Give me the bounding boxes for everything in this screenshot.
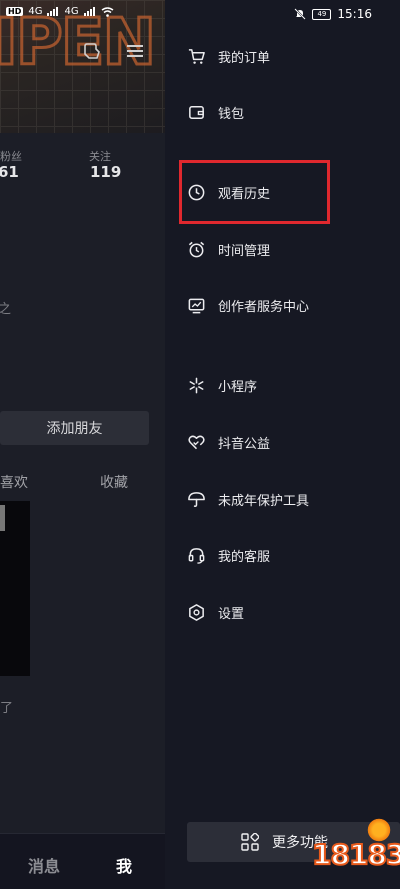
menu-item-orders[interactable]: 我的订单 xyxy=(187,42,270,70)
chart-icon xyxy=(188,298,205,313)
profile-cover-image: IPEN xyxy=(0,0,165,133)
status-bar-left: HD 4G 4G xyxy=(6,6,114,17)
signal-bars-icon xyxy=(83,7,95,16)
menu-item-label: 未成年保护工具 xyxy=(218,493,310,509)
alarm-icon xyxy=(188,241,205,257)
menu-item-label: 我的订单 xyxy=(218,50,271,66)
hd-badge-icon: HD xyxy=(6,7,24,16)
battery-icon: 49 xyxy=(312,8,332,20)
menu-item-wallet[interactable]: 钱包 xyxy=(187,98,244,126)
wifi-icon xyxy=(101,6,114,17)
signal-4g-icon: 4G xyxy=(28,6,43,17)
menu-item-label: 我的客服 xyxy=(218,549,271,565)
menu-item-mini-programs[interactable]: 小程序 xyxy=(187,371,257,399)
video-thumbnail[interactable] xyxy=(0,501,30,676)
profile-page-dimmed: IPEN HD 4G 4G 粉丝 61 关注 119 之 添加朋友 喜欢 收藏 … xyxy=(0,0,165,889)
menu-item-minor-protection[interactable]: 未成年保护工具 xyxy=(187,485,309,513)
umbrella-icon xyxy=(188,491,205,507)
menu-hamburger-icon[interactable] xyxy=(124,40,146,62)
bottom-navigation: 消息 我 xyxy=(0,833,165,889)
signal-bars-icon xyxy=(47,7,59,16)
tab-likes[interactable]: 喜欢 xyxy=(0,472,28,492)
menu-item-customer-service[interactable]: 我的客服 xyxy=(187,541,270,569)
tab-favorites[interactable]: 收藏 xyxy=(100,472,128,492)
footer-text-truncated: 了 xyxy=(0,701,14,716)
hand-pointer-icon[interactable] xyxy=(80,40,102,62)
site-watermark-logo: 18183 xyxy=(311,817,400,872)
menu-item-label: 时间管理 xyxy=(218,243,271,259)
hexagon-gear-icon xyxy=(189,603,204,621)
fans-count: 61 xyxy=(0,163,19,181)
annotation-highlight-box xyxy=(179,160,330,224)
cart-icon xyxy=(188,48,205,64)
menu-item-label: 钱包 xyxy=(218,106,245,122)
menu-item-label: 抖音公益 xyxy=(218,436,271,452)
following-label: 关注 xyxy=(89,150,111,163)
fans-label: 粉丝 xyxy=(0,150,22,163)
menu-item-public-welfare[interactable]: 抖音公益 xyxy=(187,428,270,456)
add-friend-button[interactable]: 添加朋友 xyxy=(0,411,149,445)
following-count: 119 xyxy=(90,163,122,181)
menu-item-settings[interactable]: 设置 xyxy=(187,598,244,626)
grid-apps-icon xyxy=(241,833,259,851)
bell-muted-icon xyxy=(294,8,307,20)
side-drawer: 49 15:16 我的订单 钱包 观看历史 时间管理 创作者服务中心 小程序 抖… xyxy=(165,0,400,889)
nav-messages[interactable]: 消息 xyxy=(28,853,60,877)
wallet-icon xyxy=(189,105,204,119)
signal-4g-icon: 4G xyxy=(64,6,79,17)
nav-me[interactable]: 我 xyxy=(116,853,132,877)
menu-item-time-management[interactable]: 时间管理 xyxy=(187,235,270,263)
status-bar-right: 49 15:16 xyxy=(294,7,372,21)
bio-text-truncated: 之 xyxy=(0,302,12,317)
watermark-text: 18183 xyxy=(311,837,400,872)
menu-item-label: 小程序 xyxy=(218,379,258,395)
menu-item-creator-center[interactable]: 创作者服务中心 xyxy=(187,291,309,319)
asterisk-icon xyxy=(189,377,204,393)
headset-icon xyxy=(188,547,205,564)
menu-item-label: 创作者服务中心 xyxy=(218,299,310,315)
menu-item-label: 设置 xyxy=(218,606,245,622)
clock-time: 15:16 xyxy=(337,7,372,21)
heart-icon xyxy=(188,435,205,449)
